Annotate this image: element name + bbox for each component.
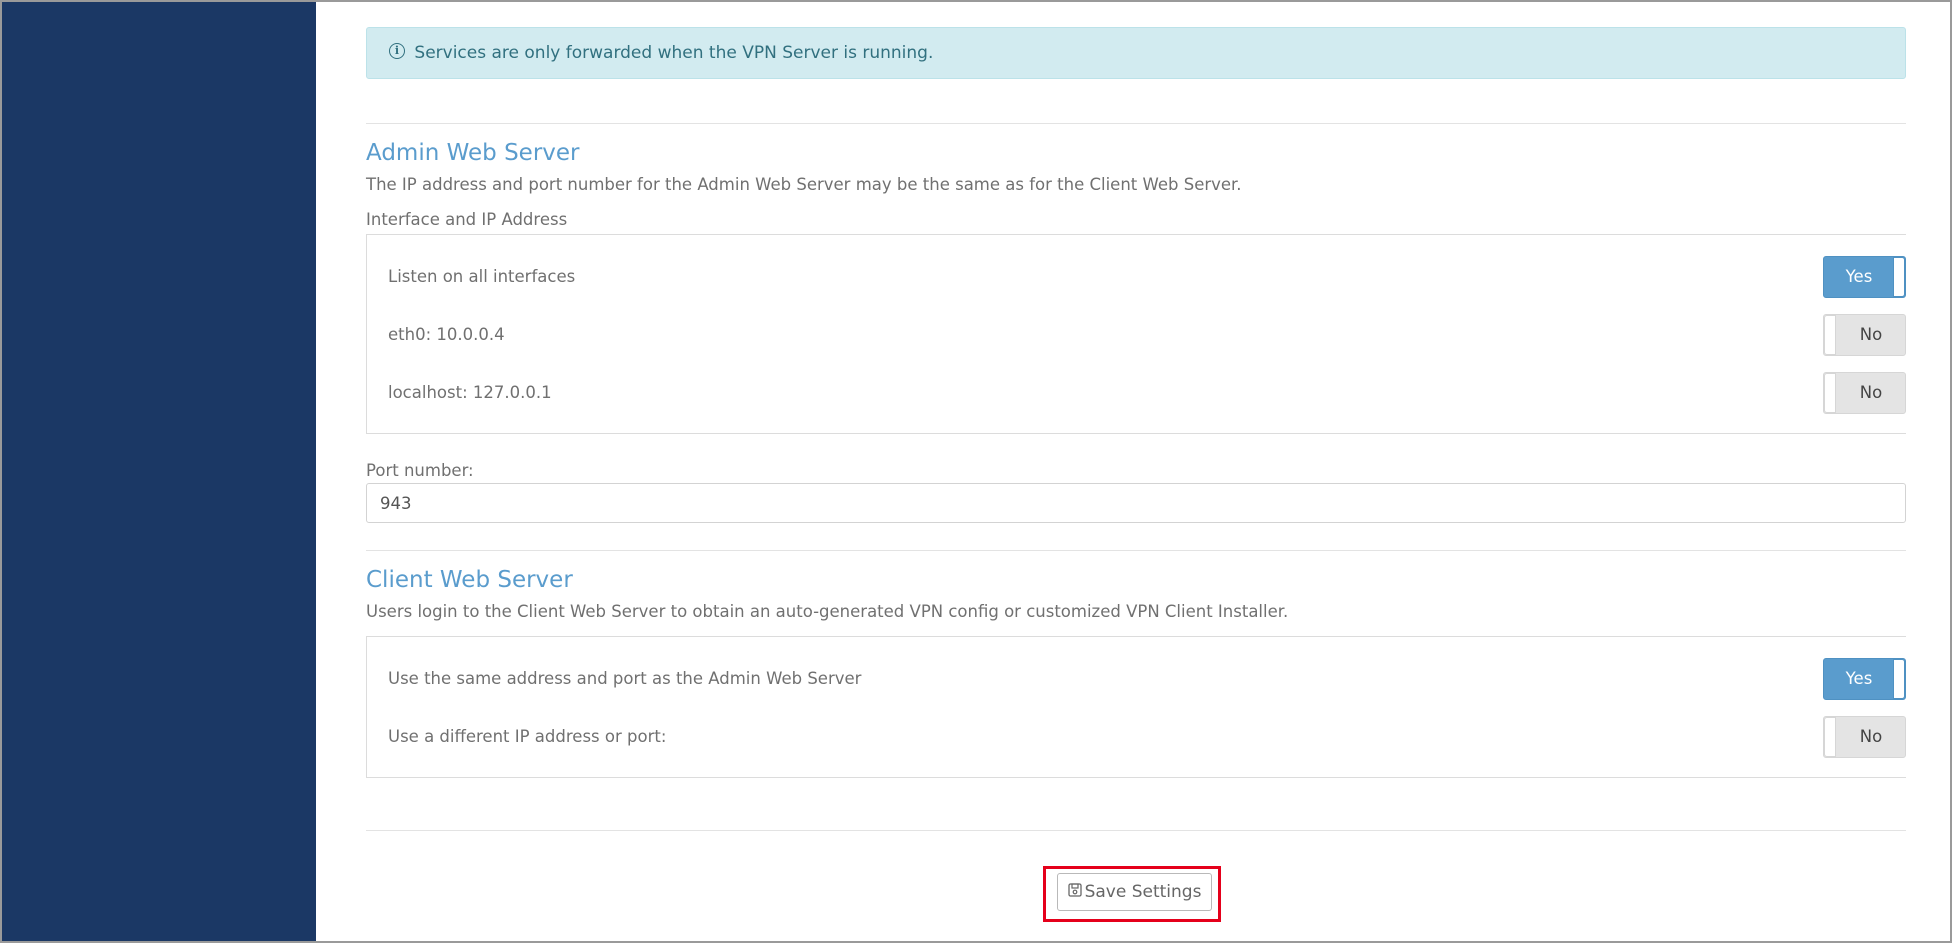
client-option-label-different: Use a different IP address or port: xyxy=(388,727,667,746)
save-settings-button[interactable]: Save Settings xyxy=(1057,873,1212,911)
info-alert: i Services are only forwarded when the V… xyxy=(366,27,1906,79)
divider xyxy=(366,123,1906,124)
client-option-row-same: Use the same address and port as the Adm… xyxy=(367,658,1906,700)
sidebar xyxy=(2,2,316,941)
client-option-row-different: Use a different IP address or port: No xyxy=(367,716,1906,758)
client-web-server-description: Users login to the Client Web Server to … xyxy=(366,602,1289,621)
toggle-knob xyxy=(1824,373,1836,413)
interface-row-localhost: localhost: 127.0.0.1 No xyxy=(367,372,1906,414)
app-window: i Services are only forwarded when the V… xyxy=(0,0,1952,943)
toggle-knob xyxy=(1824,717,1836,757)
interface-row-eth0: eth0: 10.0.0.4 No xyxy=(367,314,1906,356)
client-web-server-title: Client Web Server xyxy=(366,567,573,593)
interface-options-box: Listen on all interfaces Yes eth0: 10.0.… xyxy=(366,234,1906,434)
port-number-input[interactable] xyxy=(366,483,1906,523)
toggle-listen-all[interactable]: Yes xyxy=(1823,256,1906,298)
port-number-label: Port number: xyxy=(366,461,474,480)
interface-label-localhost: localhost: 127.0.0.1 xyxy=(388,383,552,402)
interface-label: Interface and IP Address xyxy=(366,210,568,229)
toggle-knob xyxy=(1824,315,1836,355)
toggle-knob xyxy=(1893,257,1905,297)
admin-web-server-title: Admin Web Server xyxy=(366,140,580,166)
save-icon xyxy=(1067,883,1082,897)
toggle-different-address[interactable]: No xyxy=(1823,716,1906,758)
admin-web-server-description: The IP address and port number for the A… xyxy=(366,175,1242,194)
toggle-knob xyxy=(1893,659,1905,699)
toggle-same-address[interactable]: Yes xyxy=(1823,658,1906,700)
main-content: i Services are only forwarded when the V… xyxy=(316,2,1950,941)
client-option-label-same: Use the same address and port as the Adm… xyxy=(388,669,862,688)
alert-text: Services are only forwarded when the VPN… xyxy=(414,43,934,63)
toggle-eth0[interactable]: No xyxy=(1823,314,1906,356)
client-options-box: Use the same address and port as the Adm… xyxy=(366,636,1906,778)
divider xyxy=(366,830,1906,831)
info-icon: i xyxy=(389,43,405,59)
interface-label-eth0: eth0: 10.0.0.4 xyxy=(388,325,505,344)
interface-label-all: Listen on all interfaces xyxy=(388,267,576,286)
interface-row-all: Listen on all interfaces Yes xyxy=(367,256,1906,298)
divider xyxy=(366,550,1906,551)
toggle-localhost[interactable]: No xyxy=(1823,372,1906,414)
save-settings-label: Save Settings xyxy=(1084,882,1202,902)
